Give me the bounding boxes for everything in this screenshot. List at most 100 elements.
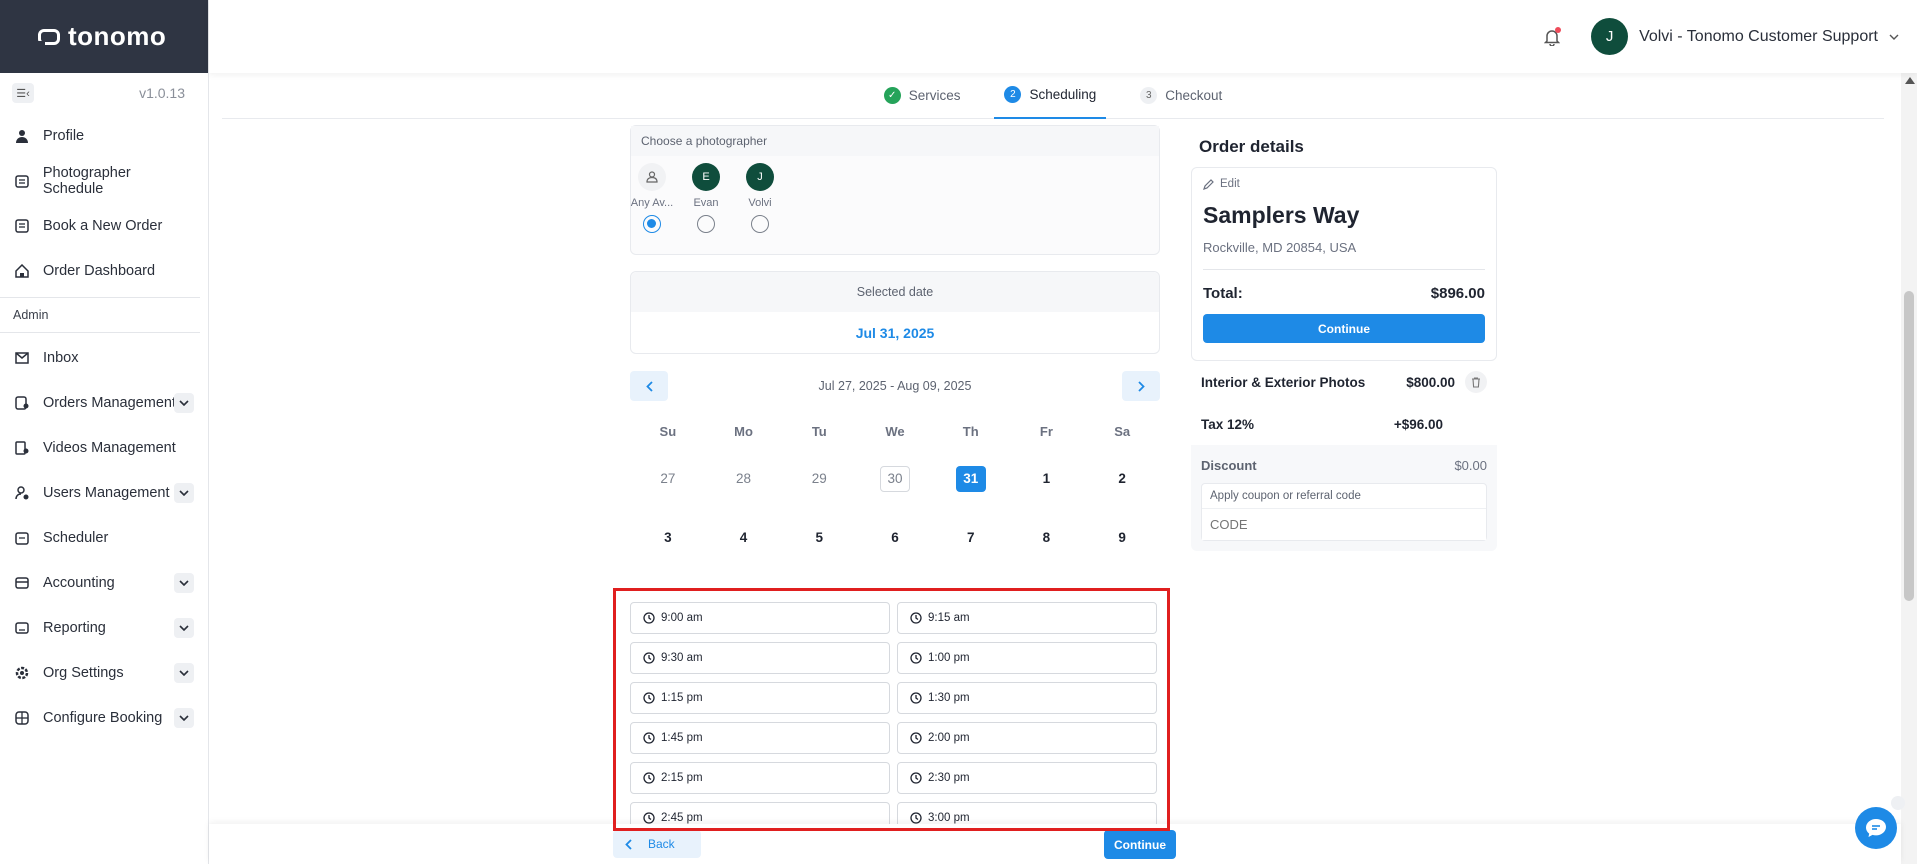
order-continue-button[interactable]: Continue xyxy=(1203,314,1485,343)
clock-icon xyxy=(643,612,655,624)
sidebar-item-orders-management[interactable]: Orders Management xyxy=(0,380,208,425)
brand-logo[interactable]: tonomo xyxy=(0,0,208,73)
tax-line: Tax 12% +$96.00 xyxy=(1191,403,1497,445)
page-scrollbar[interactable] xyxy=(1901,73,1917,864)
home-icon xyxy=(14,263,30,279)
sidebar-item-label: Accounting xyxy=(43,574,115,591)
sidebar-item-label: Orders Management xyxy=(43,394,176,411)
trash-icon[interactable] xyxy=(1465,371,1487,393)
back-button[interactable]: Back xyxy=(613,830,701,858)
time-slot-button[interactable]: 2:00 pm xyxy=(897,722,1157,754)
chat-bubble-icon xyxy=(1866,819,1886,837)
chevron-down-icon[interactable] xyxy=(174,392,194,413)
calendar-day[interactable]: 8 xyxy=(1031,525,1061,551)
scroll-thumb[interactable] xyxy=(1904,291,1914,601)
step-services[interactable]: ✓ Services xyxy=(874,73,971,119)
calendar-day-today[interactable]: 30 xyxy=(879,465,910,492)
photographer-radio[interactable] xyxy=(751,215,769,233)
sidebar-item-label: Configure Booking xyxy=(43,709,163,726)
time-slot-button[interactable]: 9:00 am xyxy=(630,602,890,634)
document-icon xyxy=(14,218,30,234)
edit-order-link[interactable]: Edit xyxy=(1203,178,1485,190)
sidebar-item-order-dashboard[interactable]: Order Dashboard xyxy=(0,248,208,293)
calendar-icon xyxy=(14,173,30,189)
chat-launcher-button[interactable] xyxy=(1855,807,1897,849)
calendar-day[interactable]: 3 xyxy=(653,525,683,551)
time-slot-button[interactable]: 9:30 am xyxy=(630,642,890,674)
sidebar-item-label: Inbox xyxy=(43,349,79,366)
calendar-day[interactable]: 7 xyxy=(956,525,986,551)
calendar-day[interactable]: 5 xyxy=(804,525,834,551)
next-week-button[interactable] xyxy=(1122,371,1160,401)
chevron-down-icon[interactable] xyxy=(174,572,194,593)
chevron-down-icon[interactable] xyxy=(174,482,194,503)
chevron-down-icon[interactable] xyxy=(174,707,194,728)
time-slot-button[interactable]: 1:15 pm xyxy=(630,682,890,714)
photographer-radio[interactable] xyxy=(697,215,715,233)
sidebar-item-videos-management[interactable]: Videos Management xyxy=(0,425,208,470)
step-checkout[interactable]: 3 Checkout xyxy=(1130,73,1232,119)
sidebar-item-label: Order Dashboard xyxy=(43,262,156,279)
sidebar-item-book-new-order[interactable]: Book a New Order xyxy=(0,203,208,248)
week-range: Jul 27, 2025 - Aug 09, 2025 xyxy=(818,379,972,393)
chevron-down-icon[interactable] xyxy=(174,617,194,638)
orders-icon xyxy=(14,395,30,411)
time-slot-button[interactable]: 9:15 am xyxy=(897,602,1157,634)
close-chat-icon[interactable] xyxy=(1891,796,1905,810)
sidebar-item-scheduler[interactable]: Scheduler xyxy=(0,515,208,560)
main-nav: Profile Photographer Schedule Book a New… xyxy=(0,113,208,293)
chevron-down-icon[interactable] xyxy=(174,662,194,683)
coupon-input[interactable] xyxy=(1202,508,1486,540)
photographer-picker: Choose a photographer Any Av... E Evan J… xyxy=(630,125,1160,255)
photographer-radio[interactable] xyxy=(643,215,661,233)
photographer-option-volvi[interactable]: J Volvi xyxy=(740,163,780,233)
time-slot-label: 2:00 pm xyxy=(928,732,970,744)
sidebar-item-label: Profile xyxy=(43,127,85,144)
photographer-option-evan[interactable]: E Evan xyxy=(686,163,726,233)
back-label: Back xyxy=(648,837,675,851)
total-value: $896.00 xyxy=(1430,285,1485,302)
clock-icon xyxy=(643,812,655,824)
calendar-day[interactable]: 1 xyxy=(1031,466,1061,492)
time-slot-button[interactable]: 2:15 pm xyxy=(630,762,890,794)
sidebar-item-configure-booking[interactable]: Configure Booking xyxy=(0,695,208,740)
sidebar-item-org-settings[interactable]: Org Settings xyxy=(0,650,208,695)
calendar-day[interactable]: 6 xyxy=(880,525,910,551)
user-menu[interactable]: J Volvi - Tonomo Customer Support xyxy=(1591,18,1899,55)
collapse-sidebar-icon[interactable]: ☰‹ xyxy=(12,83,34,103)
sidebar-item-inbox[interactable]: Inbox xyxy=(0,335,208,380)
order-details-title: Order details xyxy=(1199,137,1304,156)
calendar-grid: Su Mo Tu We Th Fr Sa 27 28 29 30 31 1 2 … xyxy=(630,413,1160,567)
grid-icon xyxy=(14,710,30,726)
calendar-day-selected[interactable]: 31 xyxy=(955,465,986,492)
sidebar-item-reporting[interactable]: Reporting xyxy=(0,605,208,650)
sidebar-item-photographer-schedule[interactable]: Photographer Schedule xyxy=(0,158,208,203)
selected-date-box: Selected date Jul 31, 2025 xyxy=(630,271,1160,354)
time-slot-button[interactable]: 3:00 pm xyxy=(897,802,1157,824)
time-slot-label: 1:30 pm xyxy=(928,692,970,704)
time-slot-label: 2:30 pm xyxy=(928,772,970,784)
photographer-option-any[interactable]: Any Av... xyxy=(631,163,673,233)
time-slot-button[interactable]: 2:45 pm xyxy=(630,802,890,824)
calendar-day[interactable]: 2 xyxy=(1107,466,1137,492)
scheduler-icon xyxy=(14,530,30,546)
notification-bell-icon[interactable] xyxy=(1541,26,1563,48)
photographer-picker-title: Choose a photographer xyxy=(631,126,1159,156)
weekday-label: Sa xyxy=(1114,423,1131,439)
step-scheduling[interactable]: 2 Scheduling xyxy=(994,73,1107,119)
time-slot-button[interactable]: 1:45 pm xyxy=(630,722,890,754)
sidebar-item-users-management[interactable]: Users Management xyxy=(0,470,208,515)
scroll-up-arrow-icon[interactable] xyxy=(1905,77,1915,84)
sidebar-item-accounting[interactable]: Accounting xyxy=(0,560,208,605)
step-label: Services xyxy=(908,88,961,103)
time-slot-button[interactable]: 1:30 pm xyxy=(897,682,1157,714)
prev-week-button[interactable] xyxy=(630,371,668,401)
time-slot-button[interactable]: 1:00 pm xyxy=(897,642,1157,674)
calendar-day[interactable]: 4 xyxy=(729,525,759,551)
continue-button[interactable]: Continue xyxy=(1104,830,1176,859)
clock-icon xyxy=(910,652,922,664)
time-slot-button[interactable]: 2:30 pm xyxy=(897,762,1157,794)
calendar-day[interactable]: 9 xyxy=(1107,525,1137,551)
time-slot-label: 3:00 pm xyxy=(928,812,970,824)
sidebar-item-profile[interactable]: Profile xyxy=(0,113,208,158)
